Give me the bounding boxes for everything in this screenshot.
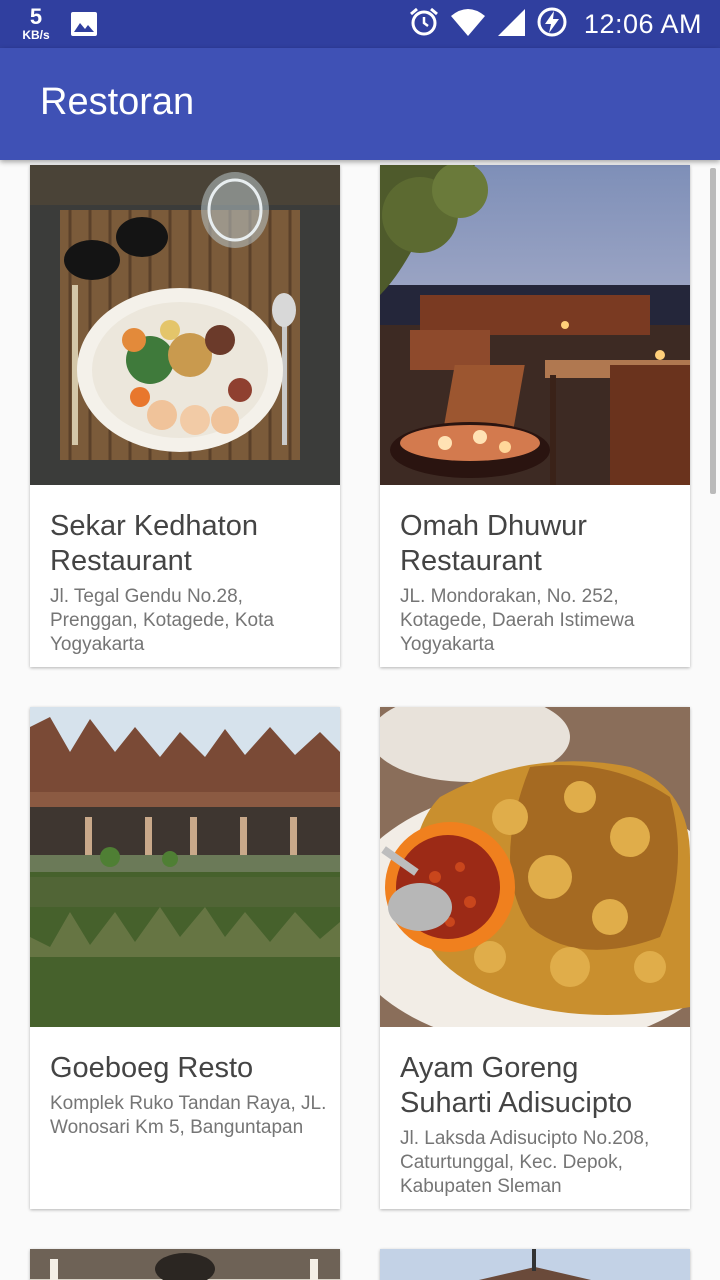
page-title: Restoran xyxy=(40,81,195,123)
restaurant-address: JL. Mondorakan, No. 252, Kotagede, Daera… xyxy=(400,586,635,655)
network-speed: 5 KB/s xyxy=(18,4,54,42)
image-icon xyxy=(70,11,98,42)
clock: 12:06 AM xyxy=(583,8,702,39)
restaurant-name: Omah Dhuwur Restaurant xyxy=(400,510,587,577)
network-speed-unit: KB/s xyxy=(22,28,50,42)
restaurant-card-sekar-kedhaton[interactable]: Sekar Kedhaton Restaurant Jl. Tegal Gend… xyxy=(30,165,340,667)
restaurant-card-goeboeg[interactable]: Goeboeg Resto Komplek Ruko Tandan Raya, … xyxy=(30,707,340,1209)
pond-restaurant-photo xyxy=(30,707,340,1027)
restaurant-photo xyxy=(380,1249,690,1280)
restaurant-photo xyxy=(30,1249,340,1280)
rooftop-dining-photo xyxy=(380,165,690,485)
wifi-icon xyxy=(450,7,486,42)
signal-icon xyxy=(496,7,526,42)
fried-chicken-photo xyxy=(380,707,690,1027)
app-bar: Restoran xyxy=(0,48,720,160)
restaurant-card-partial[interactable] xyxy=(380,1249,690,1280)
status-bar: 5 KB/s 12:06 AM xyxy=(0,0,720,48)
restaurant-address: Jl. Tegal Gendu No.28, Prenggan, Kotaged… xyxy=(50,586,274,655)
scrollbar[interactable] xyxy=(710,168,716,494)
restaurant-name: Ayam Goreng Suharti Adisucipto xyxy=(400,1052,633,1119)
battery-charging-icon xyxy=(536,6,568,43)
restaurant-address: Jl. Laksda Adisucipto No.208, Caturtungg… xyxy=(400,1128,650,1197)
restaurant-name: Goeboeg Resto xyxy=(50,1052,254,1084)
restaurant-name: Sekar Kedhaton Restaurant xyxy=(50,510,258,577)
restaurant-card-partial[interactable] xyxy=(30,1249,340,1280)
alarm-icon xyxy=(408,6,440,43)
restaurant-card-omah-dhuwur[interactable]: Omah Dhuwur Restaurant JL. Mondorakan, N… xyxy=(380,165,690,667)
network-speed-value: 5 xyxy=(29,4,43,29)
restaurant-address: Komplek Ruko Tandan Raya, JL. Wonosari K… xyxy=(50,1093,327,1138)
restaurant-card-ayam-goreng-suharti[interactable]: Ayam Goreng Suharti Adisucipto Jl. Laksd… xyxy=(380,707,690,1209)
food-plate-photo xyxy=(30,165,340,485)
restaurant-grid[interactable]: Sekar Kedhaton Restaurant Jl. Tegal Gend… xyxy=(0,160,720,1280)
